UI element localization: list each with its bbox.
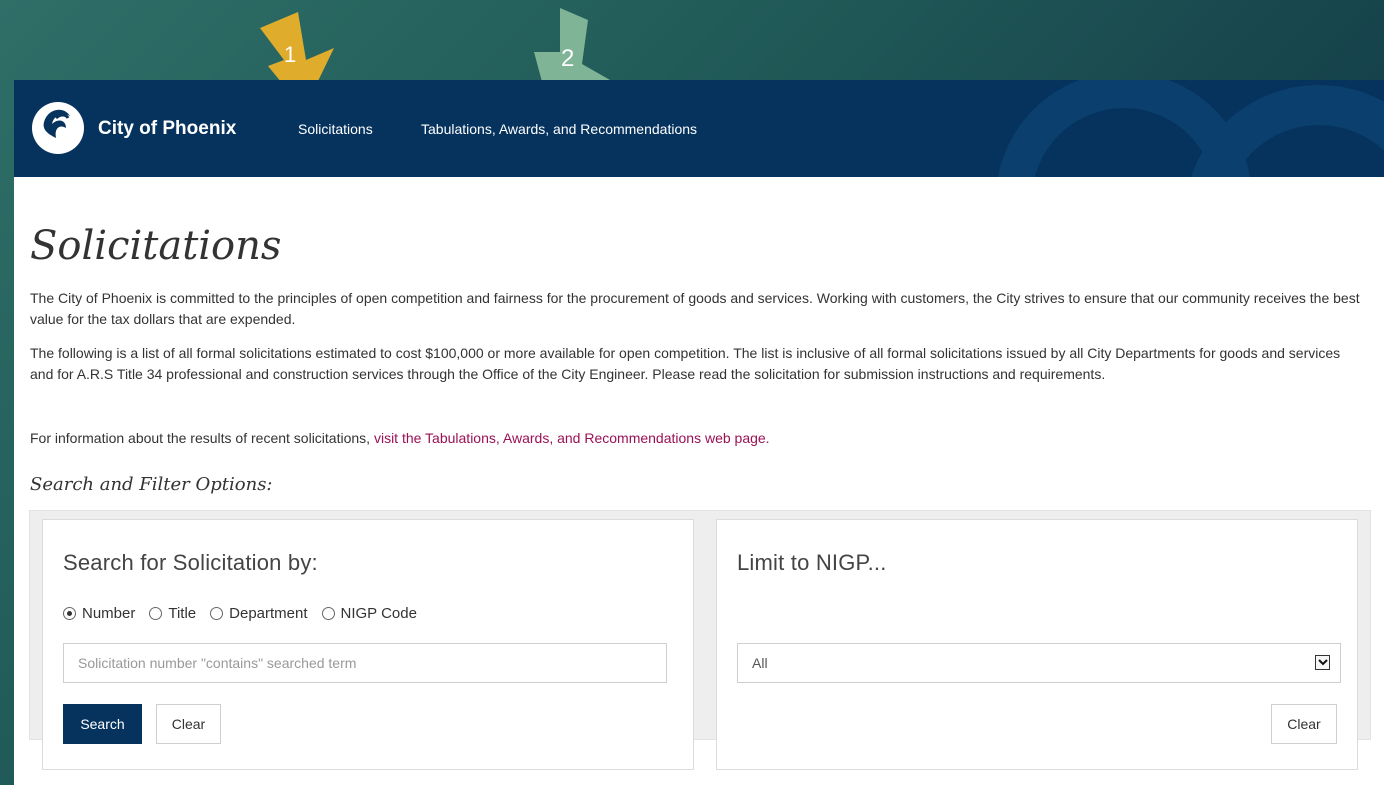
intro-paragraph: The City of Phoenix is committed to the … xyxy=(30,290,1360,327)
clear-search-button[interactable]: Clear xyxy=(156,704,221,744)
callout-number-1: 1 xyxy=(284,42,296,67)
results-info-paragraph: For information about the results of rec… xyxy=(30,428,1360,449)
radio-department-label: Department xyxy=(229,605,308,622)
radio-number-label: Number xyxy=(82,605,136,622)
nigp-select[interactable]: All xyxy=(737,643,1341,683)
nav-solicitations[interactable]: Solicitations xyxy=(298,121,373,137)
radio-nigp-code[interactable]: NIGP Code xyxy=(321,605,417,622)
chevron-down-icon[interactable] xyxy=(1315,655,1330,670)
tabulations-page-link[interactable]: visit the Tabulations, Awards, and Recom… xyxy=(374,430,770,446)
search-panel: Search for Solicitation by: Number Title… xyxy=(42,519,694,770)
top-navbar: City of Phoenix Solicitations Tabulation… xyxy=(14,80,1384,177)
phoenix-watermark-icon xyxy=(998,80,1384,177)
callout-number-2: 2 xyxy=(561,45,574,72)
brand-name[interactable]: City of Phoenix xyxy=(98,118,236,140)
nigp-select-value: All xyxy=(752,655,768,671)
radio-nigp-code-button[interactable] xyxy=(321,607,335,620)
radio-number-button[interactable] xyxy=(63,607,76,620)
radio-nigp-code-label: NIGP Code xyxy=(340,605,417,622)
radio-department-button[interactable] xyxy=(210,607,224,620)
nigp-panel: Limit to NIGP... All Clear xyxy=(716,519,1358,770)
search-panel-title: Search for Solicitation by: xyxy=(63,550,318,575)
filter-heading: Search and Filter Options: xyxy=(30,474,273,495)
radio-number[interactable]: Number xyxy=(63,605,135,622)
radio-department[interactable]: Department xyxy=(210,605,308,622)
page-title: Solicitations xyxy=(30,223,282,269)
list-description-paragraph: The following is a list of all formal so… xyxy=(30,345,1341,382)
radio-title-label: Title xyxy=(168,605,197,622)
search-button[interactable]: Search xyxy=(63,704,142,744)
nav-tabulations-awards[interactable]: Tabulations, Awards, and Recommendations xyxy=(421,121,697,137)
filter-options-container: Search for Solicitation by: Number Title… xyxy=(29,510,1371,770)
radio-title-button[interactable] xyxy=(149,607,163,620)
clear-nigp-button[interactable]: Clear xyxy=(1271,704,1337,744)
nigp-panel-title: Limit to NIGP... xyxy=(737,550,887,575)
solicitation-search-input[interactable] xyxy=(63,643,667,683)
search-type-radio-group: Number Title Department NIGP Code xyxy=(63,605,417,622)
radio-title[interactable]: Title xyxy=(149,605,196,622)
phoenix-logo-icon[interactable] xyxy=(30,96,86,158)
results-info-text: For information about the results of rec… xyxy=(30,430,374,446)
browser-page: City of Phoenix Solicitations Tabulation… xyxy=(14,80,1384,785)
